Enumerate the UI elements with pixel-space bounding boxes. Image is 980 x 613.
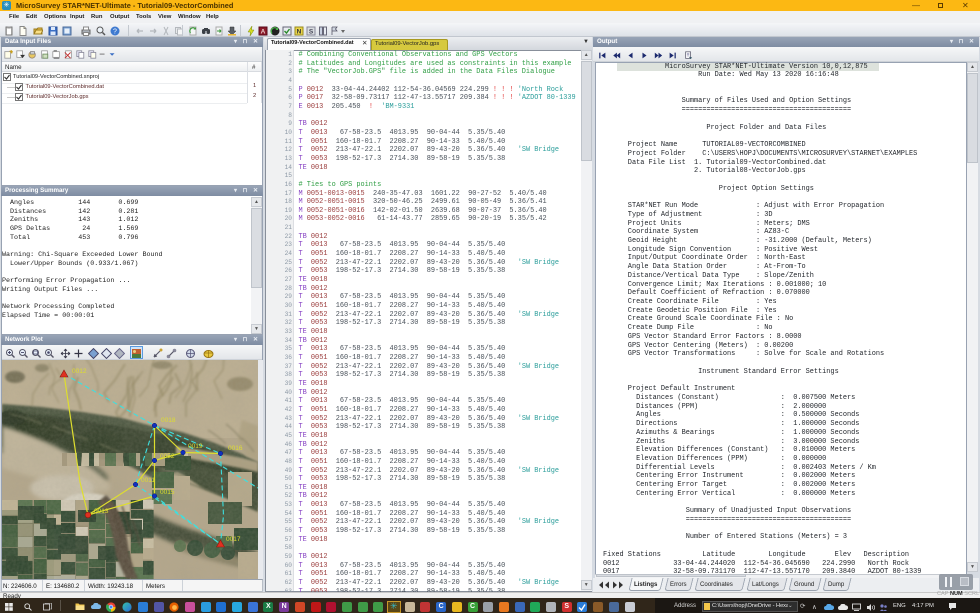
svg-text:0013: 0013 (94, 508, 109, 515)
svg-text:0012: 0012 (72, 368, 87, 375)
svg-text:0011: 0011 (141, 477, 155, 484)
svg-text:0015: 0015 (160, 489, 175, 496)
svg-text:?: ? (113, 28, 117, 35)
svg-text:0016: 0016 (228, 445, 243, 452)
svg-text:0052: 0052 (160, 453, 175, 460)
svg-text:0019: 0019 (188, 443, 203, 450)
svg-text:S: S (309, 28, 314, 35)
svg-text:N: N (297, 28, 302, 35)
svg-text:0017: 0017 (226, 536, 241, 543)
svg-text:A: A (261, 28, 266, 35)
svg-text:0018: 0018 (161, 417, 176, 424)
